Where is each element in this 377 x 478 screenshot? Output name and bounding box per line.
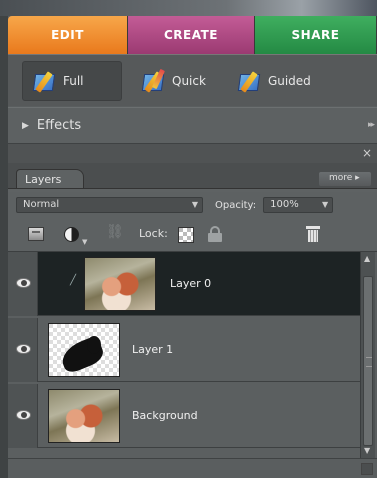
tab-share[interactable]: SHARE: [255, 16, 377, 54]
layer-name: Background: [132, 409, 198, 422]
new-layer-icon[interactable]: [28, 227, 44, 241]
layer-row-background[interactable]: Background: [8, 384, 360, 448]
link-slot[interactable]: [39, 318, 47, 382]
layer-thumbnail: [84, 257, 156, 311]
left-edge: [0, 16, 8, 478]
layers-toolbar: ▼ ⛓ Lock:: [8, 218, 377, 252]
more-button[interactable]: more ▸: [319, 172, 371, 186]
effects-panel-header[interactable]: ▶ Effects ▸▸: [8, 107, 377, 143]
tab-edit[interactable]: EDIT: [8, 16, 128, 54]
grip-icon: [366, 357, 372, 367]
tab-create[interactable]: CREATE: [128, 16, 255, 54]
link-layers-icon[interactable]: ⛓: [106, 224, 124, 240]
resize-grip-icon[interactable]: [361, 463, 373, 475]
layer-row-layer-1[interactable]: Layer 1: [8, 318, 360, 382]
layers-list: ╱ Layer 0 Layer 1 Background: [8, 252, 360, 458]
layers-scrollbar[interactable]: ▲ ▼: [360, 252, 375, 458]
window-top-strip: [0, 0, 377, 16]
lock-label: Lock:: [139, 227, 168, 240]
eye-icon: [16, 344, 31, 354]
mode-quick-label: Quick: [172, 73, 206, 88]
full-edit-icon: [32, 69, 57, 93]
mode-full-button[interactable]: Full: [22, 60, 122, 101]
eye-icon: [16, 278, 31, 288]
visibility-toggle[interactable]: [8, 384, 38, 448]
close-icon[interactable]: ×: [362, 146, 372, 160]
scroll-down-icon[interactable]: ▼: [364, 446, 370, 455]
panel-menu-icon[interactable]: ▸▸: [368, 120, 375, 130]
opacity-field[interactable]: 100% ▼: [263, 197, 334, 213]
mode-quick-button[interactable]: Quick: [132, 61, 218, 101]
blend-options-row: Normal ▼ Opacity: 100% ▼: [8, 192, 377, 218]
adjustment-layer-icon[interactable]: [64, 227, 79, 242]
link-slot[interactable]: [39, 252, 47, 316]
delete-layer-icon[interactable]: [306, 226, 320, 242]
layer-thumbnail: [48, 389, 120, 443]
visibility-toggle[interactable]: [8, 252, 38, 316]
scroll-thumb[interactable]: [363, 276, 373, 446]
link-slot[interactable]: [39, 384, 47, 448]
visibility-toggle[interactable]: [8, 318, 38, 382]
layers-panel-header: Layers more ▸: [8, 163, 377, 189]
layer-name: Layer 0: [170, 277, 212, 290]
mode-guided-button[interactable]: Guided: [228, 61, 323, 101]
chevron-down-icon[interactable]: ▼: [82, 238, 87, 246]
lock-all-icon[interactable]: [208, 226, 222, 242]
mode-guided-label: Guided: [267, 73, 311, 88]
panel-bin-header: ×: [8, 143, 377, 163]
opacity-value: 100%: [270, 199, 299, 210]
effects-label: Effects: [36, 118, 82, 133]
quick-edit-icon: [141, 68, 166, 93]
tab-layers[interactable]: Layers: [16, 169, 84, 189]
layer-thumbnail: [48, 323, 120, 377]
scroll-up-icon[interactable]: ▲: [364, 254, 370, 263]
expand-triangle-icon: ▶: [22, 120, 29, 131]
panel-footer: [8, 458, 377, 478]
eye-icon: [16, 410, 31, 420]
workspace-tabs: EDIT CREATE SHARE: [8, 16, 377, 54]
guided-edit-icon: [237, 69, 262, 93]
chevron-down-icon: ▼: [321, 200, 329, 209]
mode-full-label: Full: [63, 73, 84, 88]
brush-icon: ╱: [70, 275, 77, 286]
layer-name: Layer 1: [132, 343, 174, 356]
lock-transparency-icon[interactable]: [178, 227, 194, 243]
layer-row-layer-0[interactable]: ╱ Layer 0: [8, 252, 360, 316]
blend-mode-value: Normal: [23, 199, 60, 210]
edit-mode-bar: Full Quick Guided: [8, 54, 377, 106]
shape-icon: [87, 336, 101, 354]
blend-mode-select[interactable]: Normal ▼: [16, 197, 203, 213]
chevron-down-icon: ▼: [191, 200, 198, 209]
opacity-label: Opacity:: [215, 199, 257, 211]
